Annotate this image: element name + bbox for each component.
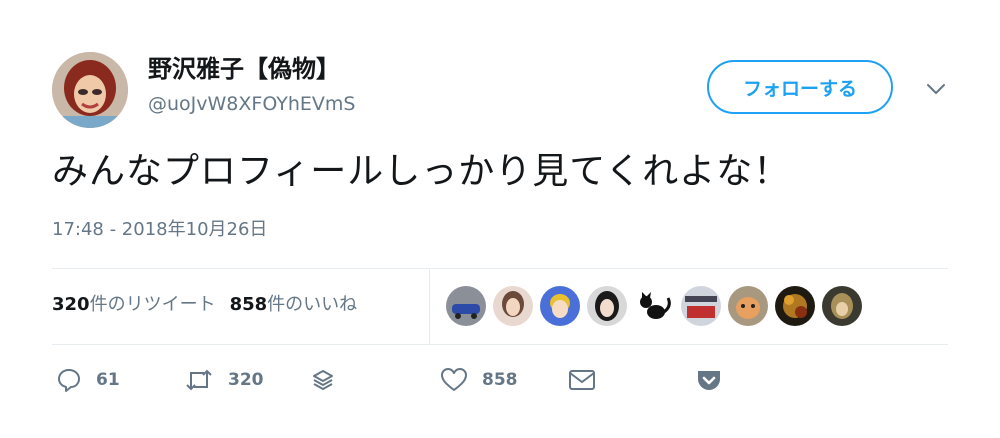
avatar[interactable] bbox=[52, 52, 128, 128]
divider bbox=[52, 344, 948, 345]
direct-message-button[interactable] bbox=[568, 362, 596, 398]
retweet-stat-label: 件のリツイート bbox=[89, 294, 216, 315]
liker-avatar[interactable] bbox=[634, 286, 674, 326]
liker-avatar[interactable] bbox=[446, 286, 486, 326]
chevron-down-icon[interactable] bbox=[922, 76, 950, 102]
liker-avatar[interactable] bbox=[822, 286, 862, 326]
like-stat[interactable]: 858件のいいね bbox=[230, 292, 358, 318]
liker-avatar[interactable] bbox=[540, 286, 580, 326]
pocket-icon bbox=[696, 368, 722, 392]
stack-icon bbox=[310, 367, 336, 393]
like-stat-label: 件のいいね bbox=[267, 294, 358, 315]
follow-button[interactable]: フォローする bbox=[707, 60, 893, 114]
reply-icon bbox=[56, 367, 82, 393]
reply-count: 61 bbox=[96, 370, 120, 390]
retweet-stat[interactable]: 320件のリツイート bbox=[52, 292, 216, 318]
avatar-image bbox=[52, 52, 128, 128]
action-bar: 61 320 858 bbox=[52, 362, 948, 398]
stack-button[interactable] bbox=[310, 362, 336, 398]
retweet-button[interactable]: 320 bbox=[184, 362, 264, 398]
divider bbox=[52, 268, 948, 269]
tweet-stats: 320件のリツイート 858件のいいね bbox=[52, 292, 357, 318]
divider bbox=[429, 268, 430, 344]
envelope-icon bbox=[568, 368, 596, 392]
liker-avatar[interactable] bbox=[587, 286, 627, 326]
liker-avatar[interactable] bbox=[681, 286, 721, 326]
like-count: 858 bbox=[482, 370, 518, 390]
like-stat-count: 858 bbox=[229, 294, 268, 315]
liker-avatar[interactable] bbox=[728, 286, 768, 326]
user-handle[interactable]: @uoJvW8XFOYhEVmS bbox=[148, 92, 355, 116]
pocket-button[interactable] bbox=[696, 362, 722, 398]
liker-avatars bbox=[446, 286, 862, 326]
like-button[interactable]: 858 bbox=[440, 362, 518, 398]
display-name[interactable]: 野沢雅子【偽物】 bbox=[148, 54, 340, 84]
retweet-count: 320 bbox=[228, 370, 264, 390]
tweet-timestamp[interactable]: 17:48 - 2018年10月26日 bbox=[52, 218, 267, 242]
retweet-stat-count: 320 bbox=[52, 294, 90, 315]
retweet-icon bbox=[184, 367, 214, 393]
liker-avatar[interactable] bbox=[775, 286, 815, 326]
heart-icon bbox=[440, 367, 468, 393]
liker-avatar[interactable] bbox=[493, 286, 533, 326]
tweet-text: みんなプロフィールしっかり見てくれよな！ bbox=[52, 151, 791, 192]
reply-button[interactable]: 61 bbox=[56, 362, 120, 398]
